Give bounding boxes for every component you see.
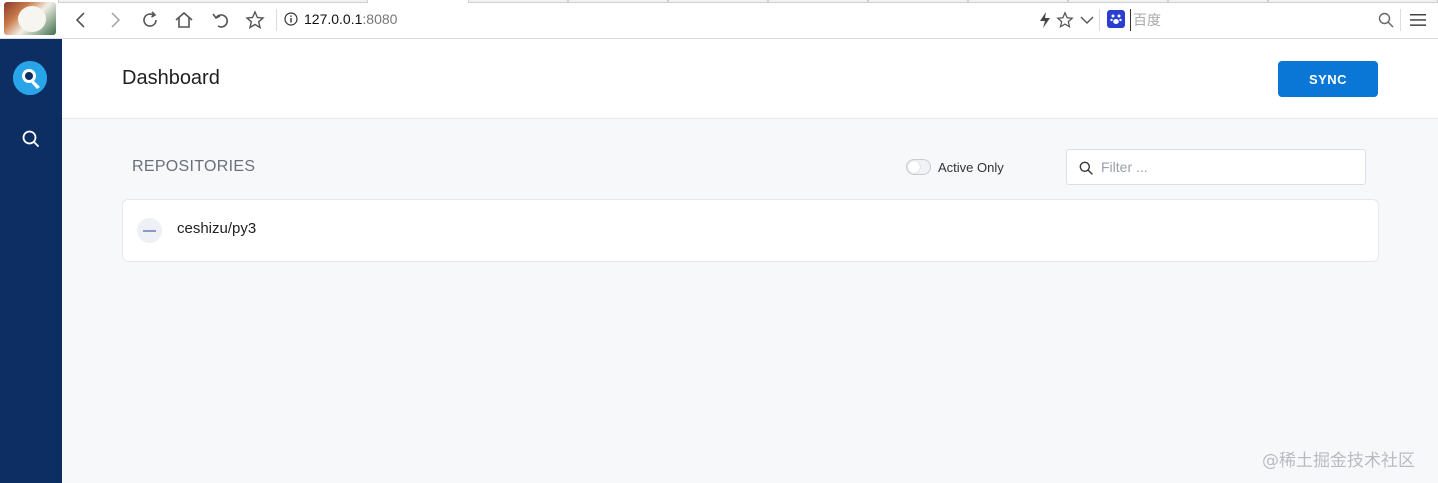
toggle-knob [908,161,920,173]
tab-strip [58,0,1438,3]
tab[interactable] [1268,0,1438,3]
tab[interactable] [868,0,968,3]
repository-row[interactable]: ceshizu/py3 [123,200,1378,261]
profile-avatar[interactable] [4,2,56,35]
tab[interactable] [568,0,668,3]
search-icon[interactable] [20,128,42,150]
search-icon[interactable] [1378,9,1394,31]
tab[interactable] [1068,0,1168,3]
browser-search-input[interactable]: 百度 [1130,9,1398,31]
tab[interactable] [1168,0,1268,3]
home-icon[interactable] [173,9,195,31]
tab[interactable] [468,0,568,3]
sync-button[interactable]: SYNC [1278,61,1378,97]
filter-input[interactable] [1101,150,1359,184]
tab[interactable] [768,0,868,3]
watermark: @稀土掘金技术社区 [1262,451,1415,471]
tab[interactable] [58,0,368,3]
logo-icon[interactable] [13,61,47,95]
page-header: Dashboard SYNC [62,39,1438,119]
repository-name[interactable]: ceshizu/py3 [177,220,256,237]
undo-icon[interactable] [209,9,231,31]
menu-icon[interactable] [1410,9,1426,31]
baidu-icon[interactable] [1107,10,1125,28]
divider [1400,9,1401,31]
sidebar [0,39,62,483]
active-only-label: Active Only [938,160,1004,175]
active-only-toggle[interactable] [906,159,931,175]
star-icon[interactable] [244,9,266,31]
address-divider [276,9,277,31]
divider [1099,9,1100,31]
chevron-down-icon[interactable] [1080,9,1094,31]
repository-list: ceshizu/py3 [122,199,1379,262]
tab[interactable] [968,0,1068,3]
section-title: REPOSITORIES [132,158,256,175]
page-title: Dashboard [122,67,220,89]
forward-icon[interactable] [104,9,126,31]
info-icon[interactable] [284,12,298,26]
browser-toolbar: 127.0.0.1:8080 百度 [0,0,1438,39]
back-icon[interactable] [70,9,92,31]
tab[interactable] [668,0,768,3]
url-port: :8080 [362,11,398,27]
repo-status-icon [137,218,162,243]
address-bar[interactable]: 127.0.0.1:8080 [284,11,397,27]
bookmark-star-icon[interactable] [1056,9,1074,31]
url-host: 127.0.0.1 [304,11,363,27]
search-icon [1079,161,1093,175]
filter-field[interactable] [1066,149,1366,185]
lightning-icon[interactable] [1038,9,1052,31]
reload-icon[interactable] [139,9,161,31]
